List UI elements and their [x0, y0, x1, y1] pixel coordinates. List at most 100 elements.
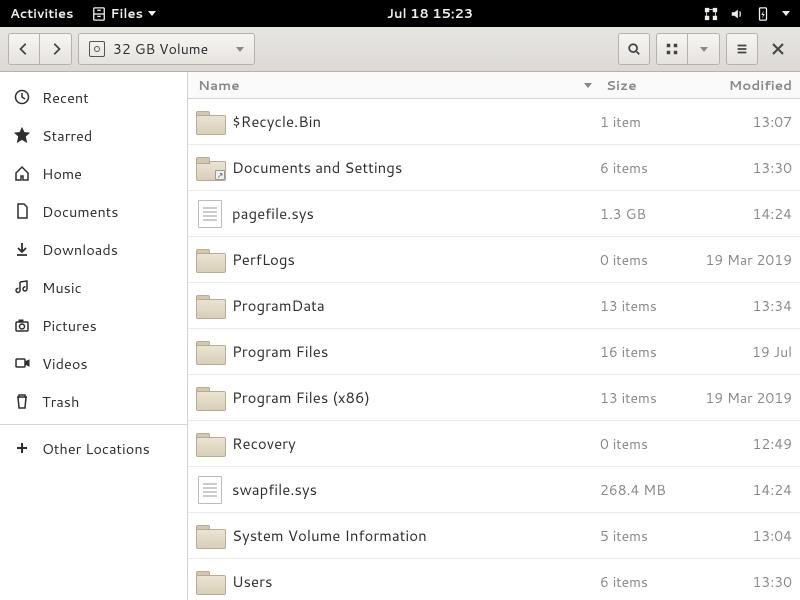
sidebar-item-label: Recent — [42, 87, 89, 108]
file-size: 13 items — [600, 388, 700, 408]
file-size: 5 items — [600, 526, 700, 546]
location-label: 32 GB Volume — [113, 39, 208, 59]
file-modified: 19 Jul — [700, 342, 800, 362]
path-bar[interactable]: 32 GB Volume — [78, 33, 255, 65]
view-buttons — [656, 33, 720, 65]
video-icon — [14, 355, 30, 371]
file-row[interactable]: Program Files (x86)13 items19 Mar 2019 — [188, 375, 800, 421]
folder-icon — [196, 571, 224, 593]
file-size: 0 items — [600, 250, 700, 270]
app-menu-files[interactable]: Files — [92, 5, 156, 23]
sidebar-item-label: Music — [42, 277, 82, 298]
sidebar-item-home[interactable]: Home — [0, 154, 187, 192]
sidebar-item-videos[interactable]: Videos — [0, 344, 187, 382]
close-button[interactable] — [764, 43, 792, 55]
file-list: $Recycle.Bin1 item13:07Documents and Set… — [188, 99, 800, 600]
sidebar-item-pictures[interactable]: Pictures — [0, 306, 187, 344]
sidebar-item-label: Videos — [42, 353, 88, 374]
file-name: Program Files — [232, 341, 600, 362]
file-row[interactable]: $Recycle.Bin1 item13:07 — [188, 99, 800, 145]
forward-button[interactable] — [40, 33, 72, 65]
file-modified: 13:30 — [700, 572, 800, 592]
file-size: 6 items — [600, 572, 700, 592]
camera-icon — [14, 317, 30, 333]
file-name: Program Files (x86) — [232, 387, 600, 408]
files-cabinet-icon — [92, 7, 106, 21]
sidebar-item-starred[interactable]: Starred — [0, 116, 187, 154]
hamburger-menu-button[interactable] — [726, 33, 758, 65]
chevron-down-icon — [700, 47, 708, 52]
plus-icon — [14, 440, 30, 456]
view-grid-button[interactable] — [656, 33, 688, 65]
file-row[interactable]: Users6 items13:30 — [188, 559, 800, 600]
sidebar-item-label: Documents — [42, 201, 118, 222]
trash-icon — [14, 393, 30, 409]
file-modified: 14:24 — [700, 204, 800, 224]
view-options-button[interactable] — [688, 33, 720, 65]
file-modified: 19 Mar 2019 — [700, 250, 800, 270]
column-headers: Name Size Modified — [188, 72, 800, 99]
folder-icon — [196, 249, 224, 271]
file-modified: 13:04 — [700, 526, 800, 546]
file-modified: 12:49 — [700, 434, 800, 454]
sidebar-item-label: Pictures — [42, 315, 97, 336]
file-size: 13 items — [600, 296, 700, 316]
file-row[interactable]: Program Files16 items19 Jul — [188, 329, 800, 375]
activities-button[interactable]: Activities — [10, 5, 74, 23]
file-name: swapfile.sys — [232, 479, 600, 500]
harddisk-icon — [89, 41, 105, 57]
sort-indicator-icon — [584, 83, 592, 88]
file-size: 0 items — [600, 434, 700, 454]
folder-icon — [196, 525, 224, 547]
folder-link-icon — [196, 157, 224, 179]
search-button[interactable] — [618, 33, 650, 65]
home-icon — [14, 165, 30, 181]
folder-icon — [196, 433, 224, 455]
header-bar: 32 GB Volume — [0, 27, 800, 72]
music-icon — [14, 279, 30, 295]
sidebar-item-documents[interactable]: Documents — [0, 192, 187, 230]
folder-icon — [196, 341, 224, 363]
back-button[interactable] — [8, 33, 40, 65]
gnome-topbar: Activities Files Jul 18 15:23 — [0, 0, 800, 27]
file-size: 1 item — [600, 112, 700, 132]
file-row[interactable]: ProgramData13 items13:34 — [188, 283, 800, 329]
sidebar-item-other-locations[interactable]: Other Locations — [0, 429, 187, 467]
column-name[interactable]: Name — [188, 76, 600, 95]
chevron-down-icon — [236, 47, 244, 52]
folder-icon — [196, 387, 224, 409]
file-modified: 13:07 — [700, 112, 800, 132]
clock[interactable]: Jul 18 15:23 — [156, 5, 704, 23]
text-file-icon — [198, 200, 222, 228]
folder-icon — [196, 295, 224, 317]
file-name: Recovery — [232, 433, 600, 454]
power-icon — [756, 7, 770, 21]
column-modified[interactable]: Modified — [700, 76, 800, 95]
places-sidebar: Recent Starred Home Documents Downloads Music… — [0, 72, 188, 600]
file-modified: 13:30 — [700, 158, 800, 178]
column-size[interactable]: Size — [600, 76, 700, 95]
file-modified: 14:24 — [700, 480, 800, 500]
doc-icon — [14, 203, 30, 219]
file-name: ProgramData — [232, 295, 600, 316]
clock-icon — [14, 89, 30, 105]
folder-icon — [196, 111, 224, 133]
file-row[interactable]: PerfLogs0 items19 Mar 2019 — [188, 237, 800, 283]
file-size: 268.4 MB — [600, 480, 700, 500]
sidebar-item-label: Home — [42, 163, 82, 184]
sidebar-item-recent[interactable]: Recent — [0, 78, 187, 116]
file-row[interactable]: Recovery0 items12:49 — [188, 421, 800, 467]
volume-icon — [730, 7, 744, 21]
sidebar-item-trash[interactable]: Trash — [0, 382, 187, 420]
sidebar-item-label: Downloads — [42, 239, 118, 260]
file-row[interactable]: pagefile.sys1.3 GB14:24 — [188, 191, 800, 237]
file-row[interactable]: System Volume Information5 items13:04 — [188, 513, 800, 559]
file-row[interactable]: swapfile.sys268.4 MB14:24 — [188, 467, 800, 513]
sidebar-item-label: Starred — [42, 125, 92, 146]
sidebar-item-music[interactable]: Music — [0, 268, 187, 306]
file-row[interactable]: Documents and Settings6 items13:30 — [188, 145, 800, 191]
file-name: $Recycle.Bin — [232, 111, 600, 132]
sidebar-item-downloads[interactable]: Downloads — [0, 230, 187, 268]
file-name: Users — [232, 571, 600, 592]
system-status-area[interactable] — [704, 7, 790, 21]
